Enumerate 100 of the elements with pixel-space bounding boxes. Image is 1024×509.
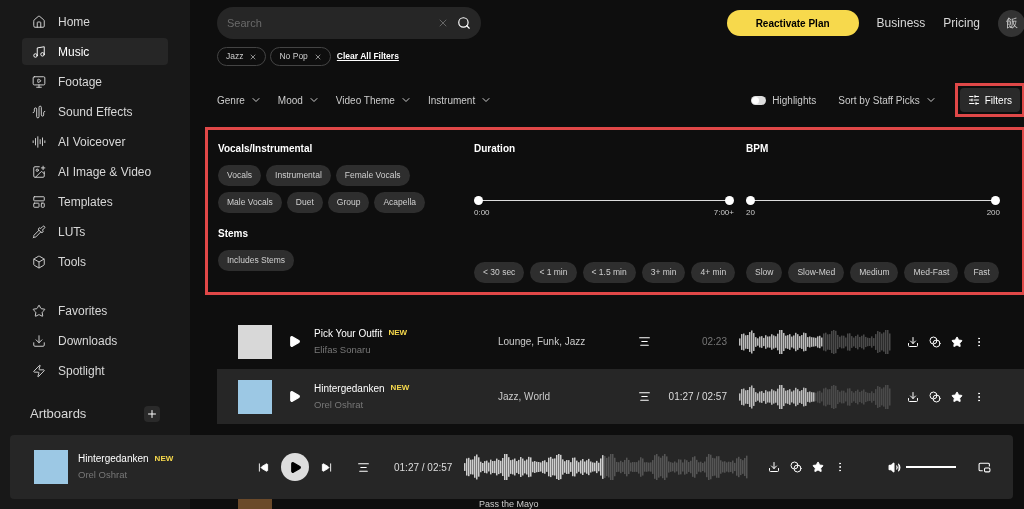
clear-filters-link[interactable]: Clear All Filters	[336, 50, 399, 63]
filter-chip[interactable]: Med-Fast	[904, 262, 959, 283]
dropper-icon	[32, 224, 46, 239]
new-label: NEW	[390, 382, 410, 395]
search-input[interactable]: Search	[227, 14, 429, 32]
artist-name: Elifas Sonaru	[314, 342, 372, 357]
album-art	[238, 498, 272, 509]
star-icon[interactable]	[951, 390, 963, 403]
filter-chip[interactable]: 4+ min	[691, 262, 736, 283]
download-icon[interactable]	[907, 335, 919, 348]
sidebar-item[interactable]: Music	[22, 38, 168, 65]
range-max-label: 7:00+	[713, 207, 734, 219]
download-icon[interactable]	[907, 390, 919, 403]
filter-chip[interactable]: 3+ min	[641, 262, 686, 283]
filter-chip[interactable]: Group	[327, 192, 370, 213]
sidebar-item[interactable]: LUTs	[22, 218, 168, 245]
filter-chip[interactable]: Slow	[746, 262, 783, 283]
filter-chip[interactable]: Male Vocals	[218, 192, 282, 213]
filter-chip[interactable]: < 30 sec	[474, 262, 525, 283]
genre-text: Lounge, Funk, Jazz	[498, 335, 587, 349]
filter-chip[interactable]: Female Vocals	[335, 165, 410, 186]
play-button[interactable]	[281, 453, 309, 481]
avatar[interactable]: 飯	[998, 9, 1024, 37]
filter-chip[interactable]: < 1.5 min	[582, 262, 636, 283]
play-icon[interactable]	[288, 390, 301, 403]
section-title: Stems	[218, 227, 249, 241]
sidebar-item[interactable]: Sound Effects	[22, 98, 168, 125]
filters-button[interactable]: Filters	[959, 88, 1020, 112]
waveform[interactable]	[464, 454, 748, 480]
overlapping-circles-icon[interactable]	[790, 461, 802, 473]
filter-chip[interactable]: Duet	[286, 192, 323, 213]
slider-thumb[interactable]	[725, 196, 734, 205]
artist-name: Orel Oshrat	[314, 397, 365, 412]
track-title: Hintergedanken	[314, 381, 385, 396]
queue-icon[interactable]	[638, 390, 651, 403]
genre-text: Jazz, World	[498, 390, 552, 404]
next-icon[interactable]	[321, 461, 332, 473]
previous-icon[interactable]	[258, 461, 269, 473]
sidebar-item[interactable]: Tools	[22, 248, 168, 275]
waveform[interactable]	[739, 384, 891, 409]
nav-link[interactable]: Pricing	[943, 14, 980, 32]
range-slider[interactable]	[746, 196, 1000, 205]
image-icon	[32, 164, 46, 179]
reactivate-button[interactable]: Reactivate Plan	[726, 10, 859, 36]
filter-chip[interactable]: Includes Stems	[218, 250, 295, 271]
overlapping-circles-icon[interactable]	[929, 335, 941, 348]
toggle-switch[interactable]	[751, 95, 767, 105]
filter-chip[interactable]: < 1 min	[530, 262, 577, 283]
sidebar-item[interactable]: AI Image & Video	[22, 158, 168, 185]
new-label: NEW	[154, 452, 174, 465]
remove-icon[interactable]	[249, 52, 258, 61]
slider-thumb[interactable]	[474, 196, 483, 205]
sort-dropdown[interactable]: Sort by Staff Picks	[838, 92, 937, 108]
filter-chip[interactable]: Medium	[850, 262, 899, 283]
overlapping-circles-icon[interactable]	[929, 390, 941, 403]
dropdown-button[interactable]: Mood	[277, 92, 320, 108]
search-bar[interactable]: Search	[217, 7, 481, 39]
volume-icon[interactable]	[888, 460, 901, 474]
dropdown-button[interactable]: Instrument	[427, 92, 493, 108]
download-icon	[32, 333, 46, 348]
sidebar-item[interactable]: Favorites	[22, 297, 168, 324]
mini-player-icon[interactable]	[978, 460, 991, 474]
filter-chip[interactable]: Instrumental	[266, 165, 331, 186]
track-title: Hintergedanken	[78, 452, 149, 467]
clear-icon[interactable]	[437, 17, 449, 29]
range-slider[interactable]	[474, 196, 734, 205]
dropdown-button[interactable]: Video Theme	[335, 92, 412, 108]
track-row[interactable]: Pick Your Outfit NEW Elifas Sonaru Lounge, Funk, Jazz 02:23	[217, 314, 1024, 369]
sidebar-item[interactable]: Templates	[22, 188, 168, 215]
slider-thumb[interactable]	[991, 196, 1000, 205]
sidebar-item[interactable]: Downloads	[22, 327, 168, 354]
plus-icon	[146, 407, 158, 420]
filter-chip[interactable]: Acapella	[374, 192, 426, 213]
filter-chip[interactable]: Vocals	[218, 165, 262, 186]
section-title: Vocals/Instrumental	[218, 142, 314, 156]
queue-icon[interactable]	[638, 335, 651, 348]
section-heading: Artboards	[30, 405, 87, 423]
waveform[interactable]	[739, 329, 891, 354]
slider-thumb[interactable]	[746, 196, 755, 205]
add-button[interactable]	[144, 405, 160, 422]
toggle-label: Highlights	[772, 93, 817, 108]
sidebar-item[interactable]: Spotlight	[22, 357, 168, 384]
play-icon[interactable]	[288, 335, 301, 348]
sidebar-item[interactable]: Footage	[22, 68, 168, 95]
audio-bars-icon	[32, 134, 46, 149]
download-icon[interactable]	[768, 461, 780, 473]
sidebar-item[interactable]: Home	[22, 8, 168, 35]
sidebar-item[interactable]: AI Voiceover	[22, 128, 168, 155]
filter-chip[interactable]: Slow-Med	[788, 262, 845, 283]
music-note-icon	[32, 44, 46, 59]
star-icon[interactable]	[812, 461, 824, 473]
track-row[interactable]: Hintergedanken NEW Orel Oshrat Jazz, World 01:27 / 02:57	[217, 369, 1024, 424]
nav-link[interactable]: Business	[876, 14, 926, 32]
star-icon[interactable]	[951, 335, 963, 348]
queue-icon[interactable]	[357, 460, 370, 474]
dropdown-button[interactable]: Genre	[217, 92, 262, 108]
remove-icon[interactable]	[313, 52, 322, 61]
range-min-label: 0:00	[474, 207, 490, 219]
search-icon[interactable]	[457, 16, 471, 30]
filter-chip[interactable]: Fast	[964, 262, 999, 283]
